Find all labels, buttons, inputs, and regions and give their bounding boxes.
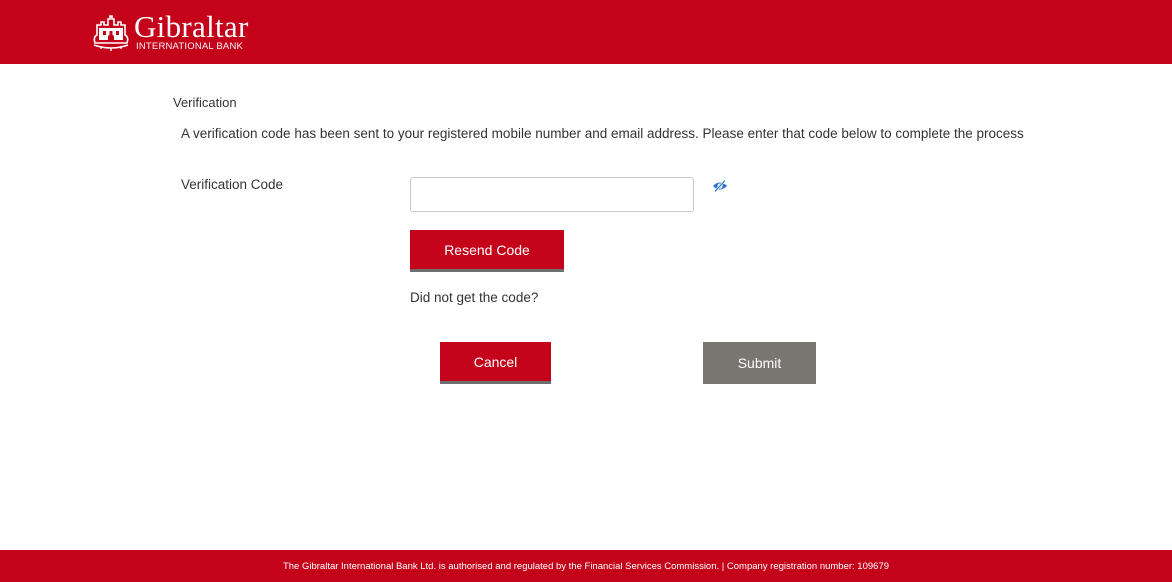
bank-logo[interactable]: Gibraltar INTERNATIONAL BANK <box>91 9 249 52</box>
logo-text: Gibraltar INTERNATIONAL BANK <box>134 9 249 52</box>
footer-bar: The Gibraltar International Bank Ltd. is… <box>0 550 1172 582</box>
resend-code-button[interactable]: Resend Code <box>410 230 564 272</box>
cancel-button[interactable]: Cancel <box>440 342 551 384</box>
eye-slash-icon[interactable] <box>712 180 728 192</box>
footer-text: The Gibraltar International Bank Ltd. is… <box>282 560 890 572</box>
logo-subtitle: INTERNATIONAL BANK <box>136 41 244 52</box>
submit-button[interactable]: Submit <box>703 342 816 384</box>
header-bar: Gibraltar INTERNATIONAL BANK <box>0 0 1172 64</box>
logo-name: Gibraltar <box>134 9 249 44</box>
castle-crest-icon <box>93 15 129 51</box>
verification-code-input[interactable] <box>410 177 694 212</box>
section-title: Verification <box>173 95 237 110</box>
verification-message: A verification code has been sent to you… <box>181 126 1024 141</box>
did-not-get-code-text: Did not get the code? <box>410 290 539 305</box>
verification-code-label: Verification Code <box>181 177 284 192</box>
